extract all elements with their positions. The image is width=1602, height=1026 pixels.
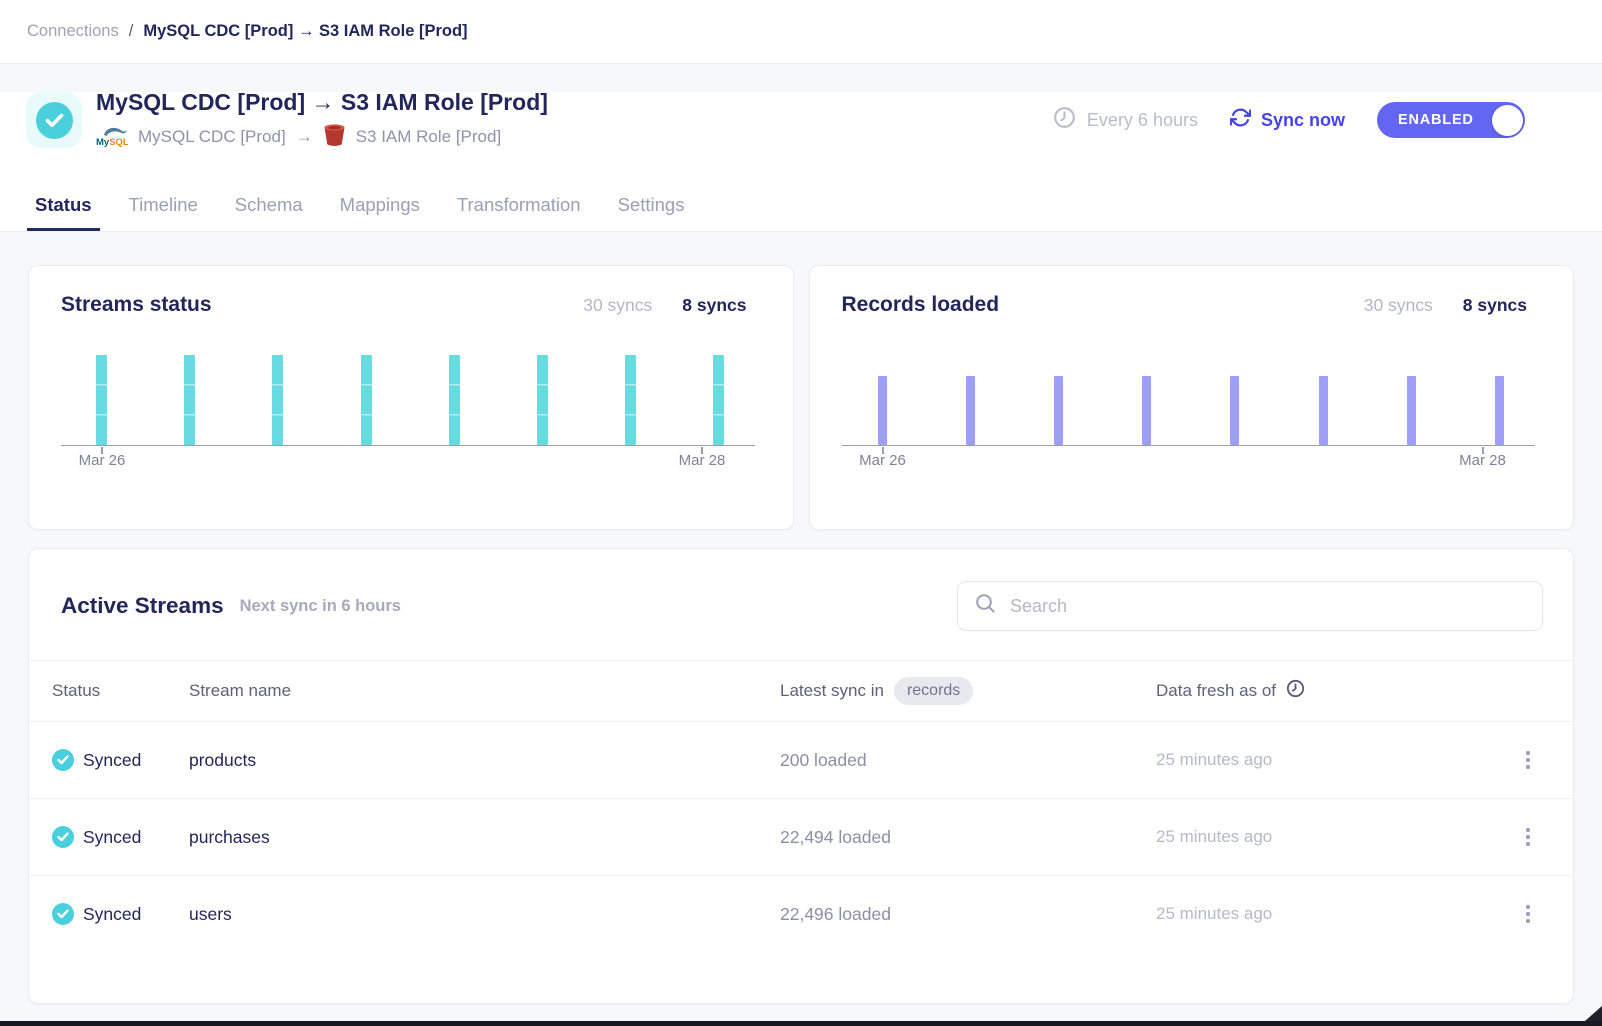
stream-status-label: Synced	[83, 750, 141, 771]
clock-icon	[1053, 106, 1076, 134]
stream-row[interactable]: Synced purchases 22,494 loaded 25 minute…	[29, 798, 1573, 875]
legend-total-syncs: 30 syncs	[1364, 295, 1433, 316]
sync-schedule: Every 6 hours	[1053, 106, 1198, 134]
stream-status-label: Synced	[83, 904, 141, 925]
streams-status-chart	[61, 356, 755, 446]
records-unit-badge[interactable]: records	[894, 677, 973, 705]
sync-bar[interactable]	[1319, 376, 1328, 445]
stream-row[interactable]: Synced users 22,496 loaded 25 minutes ag…	[29, 875, 1573, 952]
sync-bar[interactable]	[1054, 376, 1063, 445]
stream-name: products	[189, 750, 780, 771]
synced-check-icon	[52, 903, 74, 925]
cursor-artifact	[1585, 1006, 1602, 1021]
breadcrumb-connections-link[interactable]: Connections	[27, 22, 119, 41]
toggle-knob	[1492, 105, 1523, 136]
records-loaded-bars	[878, 376, 1505, 445]
source-name: MySQL CDC [Prod]	[138, 127, 286, 147]
sync-bar[interactable]	[96, 355, 107, 445]
arrow-right-icon: →	[296, 127, 313, 147]
tab-schema[interactable]: Schema	[227, 194, 311, 231]
enabled-toggle[interactable]: ENABLED	[1377, 102, 1525, 138]
tab-mappings[interactable]: Mappings	[332, 194, 428, 231]
next-sync-label: Next sync in 6 hours	[240, 597, 401, 616]
tab-settings[interactable]: Settings	[610, 194, 693, 231]
breadcrumb-current: MySQL CDC [Prod] → S3 IAM Role [Prod]	[143, 22, 467, 41]
mysql-logo-icon: MySQL	[96, 123, 128, 152]
column-stream-name: Stream name	[189, 681, 780, 701]
sync-bar[interactable]	[1495, 376, 1504, 445]
stream-name: purchases	[189, 827, 780, 848]
stream-search[interactable]	[957, 581, 1543, 631]
streams-table-body: Synced products 200 loaded 25 minutes ag…	[29, 721, 1573, 952]
sync-bar[interactable]	[537, 355, 548, 445]
sync-bar[interactable]	[361, 355, 372, 445]
legend-total-syncs: 30 syncs	[583, 295, 652, 316]
x-axis-end-label: Mar 28	[1459, 452, 1506, 469]
connection-header: MySQL CDC [Prod] → S3 IAM Role [Prod] My…	[0, 92, 1602, 232]
active-streams-card: Active Streams Next sync in 6 hours Stat…	[28, 548, 1574, 1004]
connection-status-badge	[26, 92, 82, 148]
sync-bar[interactable]	[184, 355, 195, 445]
check-circle-icon	[36, 102, 73, 139]
sync-bar[interactable]	[449, 355, 460, 445]
search-input[interactable]	[1010, 596, 1526, 617]
sync-bar[interactable]	[966, 376, 975, 445]
sync-bar[interactable]	[1230, 376, 1239, 445]
row-menu-button[interactable]	[1503, 820, 1553, 854]
tab-status[interactable]: Status	[27, 194, 100, 231]
sync-now-button[interactable]: Sync now	[1230, 107, 1345, 133]
chart-title: Streams status	[61, 293, 212, 317]
stream-status-label: Synced	[83, 827, 141, 848]
stream-row[interactable]: Synced products 200 loaded 25 minutes ag…	[29, 721, 1573, 798]
streams-status-card: Streams status 30 syncs 8 syncs Mar 26 M…	[28, 265, 794, 530]
schedule-label: Every 6 hours	[1087, 110, 1198, 131]
tab-timeline[interactable]: Timeline	[121, 194, 206, 231]
synced-check-icon	[52, 749, 74, 771]
records-loaded: 22,496 loaded	[780, 904, 1156, 925]
x-axis-start-label: Mar 26	[79, 452, 126, 469]
active-streams-title: Active Streams	[61, 593, 224, 619]
breadcrumb-separator: /	[129, 22, 134, 41]
s3-bucket-icon	[323, 123, 346, 152]
page-title: MySQL CDC [Prod] → S3 IAM Role [Prod]	[96, 89, 548, 116]
breadcrumb: Connections / MySQL CDC [Prod] → S3 IAM …	[0, 0, 1602, 64]
toggle-label: ENABLED	[1398, 112, 1474, 128]
refresh-icon	[1230, 107, 1251, 133]
x-axis-end-label: Mar 28	[679, 452, 726, 469]
legend-shown-syncs: 8 syncs	[1463, 295, 1527, 316]
x-axis-start-label: Mar 26	[859, 452, 906, 469]
column-data-fresh: Data fresh as of	[1156, 681, 1276, 701]
streams-status-bars	[96, 355, 725, 445]
synced-check-icon	[52, 826, 74, 848]
tab-bar: Status Timeline Schema Mappings Transfor…	[27, 194, 1602, 231]
sync-bar[interactable]	[272, 355, 283, 445]
tab-transformation[interactable]: Transformation	[449, 194, 589, 231]
search-icon	[974, 592, 997, 620]
data-freshness: 25 minutes ago	[1156, 750, 1503, 770]
sync-bar[interactable]	[1142, 376, 1151, 445]
clock-icon	[1286, 679, 1305, 703]
data-freshness: 25 minutes ago	[1156, 827, 1503, 847]
records-loaded: 200 loaded	[780, 750, 1156, 771]
row-menu-button[interactable]	[1503, 897, 1553, 931]
records-loaded-card: Records loaded 30 syncs 8 syncs Mar 26 M…	[809, 265, 1575, 530]
records-loaded-chart	[842, 356, 1536, 446]
sync-now-label: Sync now	[1261, 110, 1345, 131]
sync-bar[interactable]	[625, 355, 636, 445]
column-latest-sync: Latest sync in	[780, 681, 884, 701]
svg-text:MySQL: MySQL	[96, 137, 128, 147]
column-status: Status	[52, 681, 189, 701]
streams-table-header: Status Stream name Latest sync in record…	[29, 660, 1573, 721]
sync-bar[interactable]	[878, 376, 887, 445]
stream-name: users	[189, 904, 780, 925]
data-freshness: 25 minutes ago	[1156, 904, 1503, 924]
window-bottom-edge	[0, 1021, 1602, 1026]
sync-bar[interactable]	[1407, 376, 1416, 445]
row-menu-button[interactable]	[1503, 743, 1553, 777]
records-loaded: 22,494 loaded	[780, 827, 1156, 848]
destination-name: S3 IAM Role [Prod]	[356, 127, 502, 147]
chart-title: Records loaded	[842, 293, 1000, 317]
sync-bar[interactable]	[713, 355, 724, 445]
legend-shown-syncs: 8 syncs	[682, 295, 746, 316]
